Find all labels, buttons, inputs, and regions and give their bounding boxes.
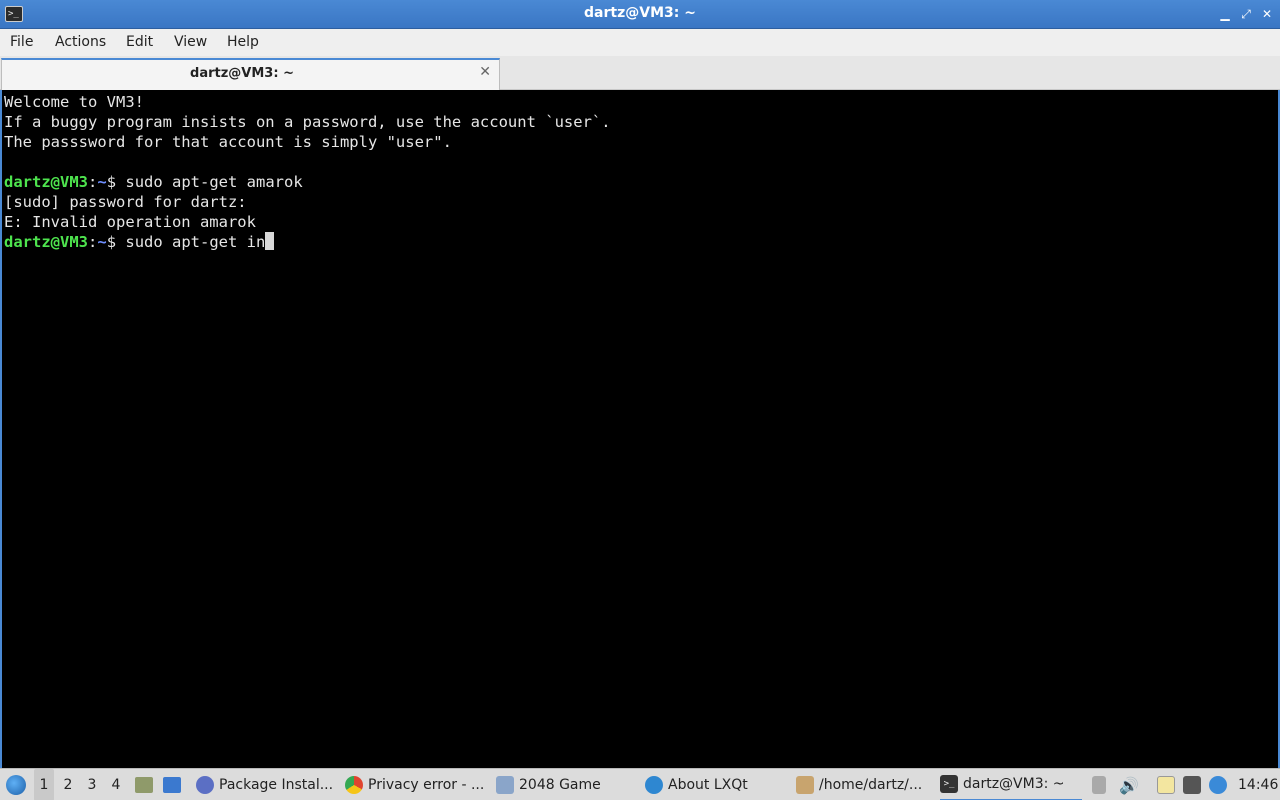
motd-line: The passsword for that account is simply…: [4, 133, 452, 151]
prompt-symbol: $: [106, 173, 126, 191]
maximize-button[interactable]: ⤢: [1238, 6, 1254, 22]
menu-file[interactable]: File: [10, 34, 33, 50]
task-label: dartz@VM3: ~: [963, 776, 1065, 792]
task-2048-game[interactable]: 2048 Game: [496, 769, 636, 800]
menu-edit[interactable]: Edit: [126, 34, 153, 50]
tab-close-icon[interactable]: ✕: [479, 64, 491, 80]
file-manager-icon: [796, 776, 814, 794]
prompt-path: ~: [97, 173, 107, 191]
window-icon: [496, 776, 514, 794]
task-package-installer[interactable]: Package Instal...: [196, 769, 336, 800]
network-icon: [1183, 776, 1201, 794]
tab-label: dartz@VM3: ~: [190, 66, 294, 81]
task-file-manager[interactable]: /home/dartz/...: [796, 769, 930, 800]
menubar: File Actions Edit View Help: [0, 29, 1280, 56]
tab-terminal[interactable]: dartz@VM3: ~ ✕: [1, 58, 500, 90]
task-about-lxqt[interactable]: About LXQt: [645, 769, 785, 800]
quicklaunch-button[interactable]: [163, 769, 181, 800]
prompt-user-host: dartz@VM3: [4, 233, 88, 251]
desktop-1-button[interactable]: 1: [34, 769, 54, 800]
desktop-switch-icon: [163, 777, 181, 793]
updates-tray-button[interactable]: [1209, 769, 1227, 800]
window-title: dartz@VM3: ~: [584, 5, 696, 21]
chrome-icon: [345, 776, 363, 794]
show-desktop-icon: [135, 777, 153, 793]
volume-button[interactable]: 🔊: [1119, 769, 1139, 800]
task-label: 2048 Game: [519, 777, 601, 793]
text-cursor: [265, 232, 275, 250]
window-titlebar[interactable]: >_ dartz@VM3: ~ ▁ ⤢ ✕: [0, 0, 1280, 29]
package-installer-icon: [196, 776, 214, 794]
clipboard-tray-button[interactable]: [1157, 769, 1175, 800]
command-input[interactable]: sudo apt-get in: [125, 233, 265, 251]
tray-expand-button[interactable]: [1092, 769, 1106, 800]
lxqt-icon: [645, 776, 663, 794]
taskbar: 1 2 3 4 Package Instal... Privacy error …: [0, 768, 1280, 800]
menu-view[interactable]: View: [174, 34, 207, 50]
menu-help[interactable]: Help: [227, 34, 259, 50]
lxqt-start-icon: [6, 775, 26, 795]
updates-icon: [1209, 776, 1227, 794]
task-label: /home/dartz/...: [819, 777, 923, 793]
tab-bar: dartz@VM3: ~ ✕: [0, 56, 1280, 90]
volume-icon: 🔊: [1119, 775, 1139, 795]
task-label: About LXQt: [668, 777, 748, 793]
task-label: Privacy error - ...: [368, 777, 485, 793]
prompt-user-host: dartz@VM3: [4, 173, 88, 191]
network-tray-button[interactable]: [1183, 769, 1201, 800]
desktop-2-button[interactable]: 2: [58, 769, 78, 800]
task-terminal[interactable]: >_ dartz@VM3: ~: [940, 769, 1082, 800]
command-text: sudo apt-get amarok: [125, 173, 303, 191]
prompt-path: ~: [97, 233, 107, 251]
prompt-separator: :: [88, 173, 98, 191]
output-line: [sudo] password for dartz:: [4, 193, 247, 211]
terminal-icon: >_: [940, 775, 958, 793]
show-desktop-button[interactable]: [135, 769, 153, 800]
command-line-current: dartz@VM3:~$ sudo apt-get in: [4, 232, 1278, 252]
terminal-output[interactable]: Welcome to VM3! If a buggy program insis…: [0, 90, 1280, 768]
close-button[interactable]: ✕: [1259, 6, 1275, 22]
menu-actions[interactable]: Actions: [55, 34, 106, 50]
task-label: Package Instal...: [219, 777, 334, 793]
prompt-symbol: $: [106, 233, 126, 251]
minimize-button[interactable]: ▁: [1217, 6, 1233, 22]
chevron-up-icon: [1092, 776, 1106, 794]
command-line: dartz@VM3:~$ sudo apt-get amarok: [4, 172, 1278, 192]
task-browser[interactable]: Privacy error - ...: [345, 769, 487, 800]
desktop-4-button[interactable]: 4: [106, 769, 126, 800]
output-line: E: Invalid operation amarok: [4, 213, 256, 231]
clipboard-icon: [1157, 776, 1175, 794]
start-menu-button[interactable]: [6, 769, 26, 800]
clock[interactable]: 14:46: [1238, 769, 1278, 800]
desktop-3-button[interactable]: 3: [82, 769, 102, 800]
prompt-separator: :: [88, 233, 98, 251]
motd-line: Welcome to VM3!: [4, 93, 144, 111]
motd-line: If a buggy program insists on a password…: [4, 113, 611, 131]
